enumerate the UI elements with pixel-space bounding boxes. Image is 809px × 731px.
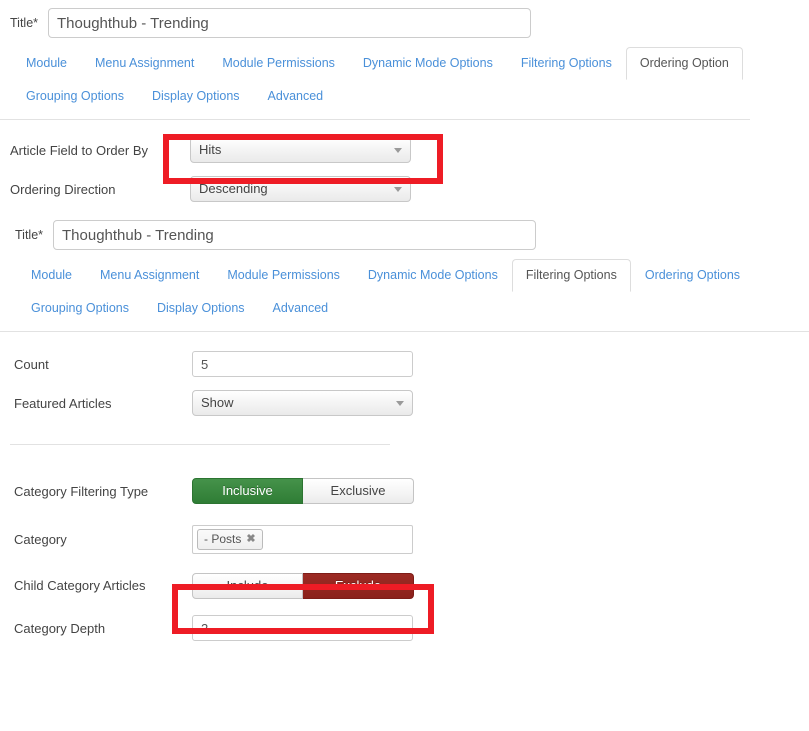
tab-advanced[interactable]: Advanced <box>254 80 338 113</box>
category-chosen-field[interactable]: - Posts ✖ <box>192 524 413 554</box>
tab-module[interactable]: Module <box>17 259 86 292</box>
label-category-depth: Category Depth <box>14 620 106 636</box>
close-icon[interactable]: ✖ <box>246 531 255 548</box>
tab-module-permissions[interactable]: Module Permissions <box>208 47 349 80</box>
article-field-select-wrap: Hits <box>190 137 411 163</box>
tabs-filtering-row1: Module Menu Assignment Module Permission… <box>0 258 809 292</box>
category-tag-label: - Posts <box>204 531 242 546</box>
title-row-filtering: Title* <box>0 212 809 258</box>
category-tag-posts[interactable]: - Posts ✖ <box>197 528 263 550</box>
divider-filtering-group <box>10 444 390 445</box>
field-category-depth: Category Depth <box>0 608 809 648</box>
field-featured-articles: Featured Articles Show <box>0 384 809 422</box>
field-category-filtering-type: Category Filtering Type Inclusive Exclus… <box>0 467 809 515</box>
label-article-field-to-order-by: Article Field to Order By <box>10 142 148 158</box>
tab-filtering-options[interactable]: Filtering Options <box>511 259 631 292</box>
tab-grouping-options[interactable]: Grouping Options <box>12 80 138 113</box>
child-category-exclude-button[interactable]: Exclude <box>303 572 414 599</box>
required-asterisk: * <box>33 16 39 30</box>
tab-menu-assignment[interactable]: Menu Assignment <box>86 259 213 292</box>
label-featured-articles: Featured Articles <box>14 395 112 411</box>
label-ordering-direction: Ordering Direction <box>10 181 116 197</box>
tab-ordering-options[interactable]: Ordering Option <box>625 47 743 80</box>
title-input-ordering[interactable] <box>48 8 531 38</box>
tab-dynamic-mode-options[interactable]: Dynamic Mode Options <box>349 47 507 80</box>
label-child-category-articles: Child Category Articles <box>14 578 146 593</box>
tab-display-options[interactable]: Display Options <box>138 80 254 113</box>
field-category: Category - Posts ✖ <box>0 515 809 563</box>
label-category-filtering-type: Category Filtering Type <box>14 483 149 499</box>
module-filtering-options-panel: Title* Module Menu Assignment Module Per… <box>0 212 809 648</box>
label-count: Count <box>14 356 49 372</box>
title-input-filtering[interactable] <box>53 220 536 250</box>
title-label-text: Title <box>10 16 34 30</box>
tabs-ordering-row1: Module Menu Assignment Module Permission… <box>0 46 809 80</box>
tab-grouping-options[interactable]: Grouping Options <box>17 292 143 325</box>
count-input[interactable] <box>192 351 413 377</box>
category-filtering-type-inclusive-button[interactable]: Inclusive <box>192 478 303 504</box>
divider-filtering-tabs <box>0 331 809 332</box>
title-label-text: Title <box>15 228 39 242</box>
tabs-ordering-row2: Grouping Options Display Options Advance… <box>0 79 809 112</box>
featured-articles-select[interactable]: Show <box>192 390 413 416</box>
title-label-ordering: Title* <box>0 16 48 30</box>
field-child-category-articles: Child Category Articles Include Exclude <box>0 563 809 608</box>
tab-module-permissions[interactable]: Module Permissions <box>213 259 354 292</box>
field-count: Count <box>0 344 809 384</box>
tab-dynamic-mode-options[interactable]: Dynamic Mode Options <box>354 259 512 292</box>
module-ordering-options-panel: Title* Module Menu Assignment Module Per… <box>0 0 809 207</box>
category-filtering-type-toggle: Inclusive Exclusive <box>192 478 414 504</box>
article-field-select[interactable]: Hits <box>190 137 411 163</box>
title-label-filtering: Title* <box>5 228 53 242</box>
tab-filtering-options[interactable]: Filtering Options <box>507 47 626 80</box>
tab-display-options[interactable]: Display Options <box>143 292 259 325</box>
title-row-ordering: Title* <box>0 0 809 46</box>
divider-ordering-tabs <box>0 119 750 120</box>
tabs-filtering-row2: Grouping Options Display Options Advance… <box>0 291 809 324</box>
field-article-field-to-order-by: Article Field to Order By Hits <box>0 129 809 171</box>
tab-advanced[interactable]: Advanced <box>259 292 343 325</box>
field-ordering-direction: Ordering Direction Descending <box>0 171 809 207</box>
child-category-articles-toggle: Include Exclude <box>192 572 414 599</box>
required-asterisk: * <box>38 228 44 242</box>
tab-menu-assignment[interactable]: Menu Assignment <box>81 47 208 80</box>
tab-module[interactable]: Module <box>12 47 81 80</box>
child-category-include-button[interactable]: Include <box>192 572 303 599</box>
ordering-direction-select-wrap: Descending <box>190 176 411 202</box>
featured-articles-select-wrap: Show <box>192 390 413 416</box>
ordering-direction-select[interactable]: Descending <box>190 176 411 202</box>
category-depth-input[interactable] <box>192 615 413 641</box>
tab-ordering-options[interactable]: Ordering Options <box>631 259 754 292</box>
label-category: Category <box>14 531 67 547</box>
category-filtering-type-exclusive-button[interactable]: Exclusive <box>303 478 414 504</box>
